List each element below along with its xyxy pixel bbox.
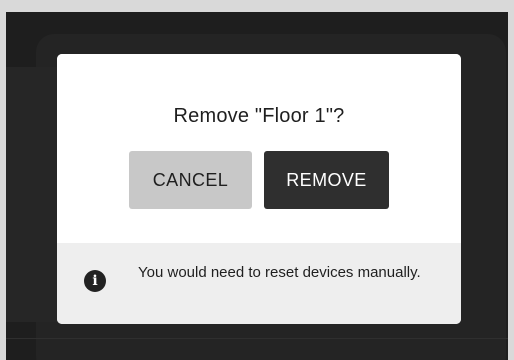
remove-button[interactable]: REMOVE xyxy=(264,151,389,209)
info-message: You would need to reset devices manually… xyxy=(138,264,421,281)
dialog-title: Remove "Floor 1"? xyxy=(173,105,345,127)
remove-confirmation-dialog: Remove "Floor 1"? CANCEL REMOVE i You wo… xyxy=(57,54,461,324)
info-icon: i xyxy=(84,270,106,292)
background-divider xyxy=(6,338,508,339)
background-panel xyxy=(6,67,59,322)
cancel-button[interactable]: CANCEL xyxy=(129,151,252,209)
dialog-info-footer: i You would need to reset devices manual… xyxy=(57,243,461,324)
dialog-body: Remove "Floor 1"? CANCEL REMOVE xyxy=(57,54,461,243)
